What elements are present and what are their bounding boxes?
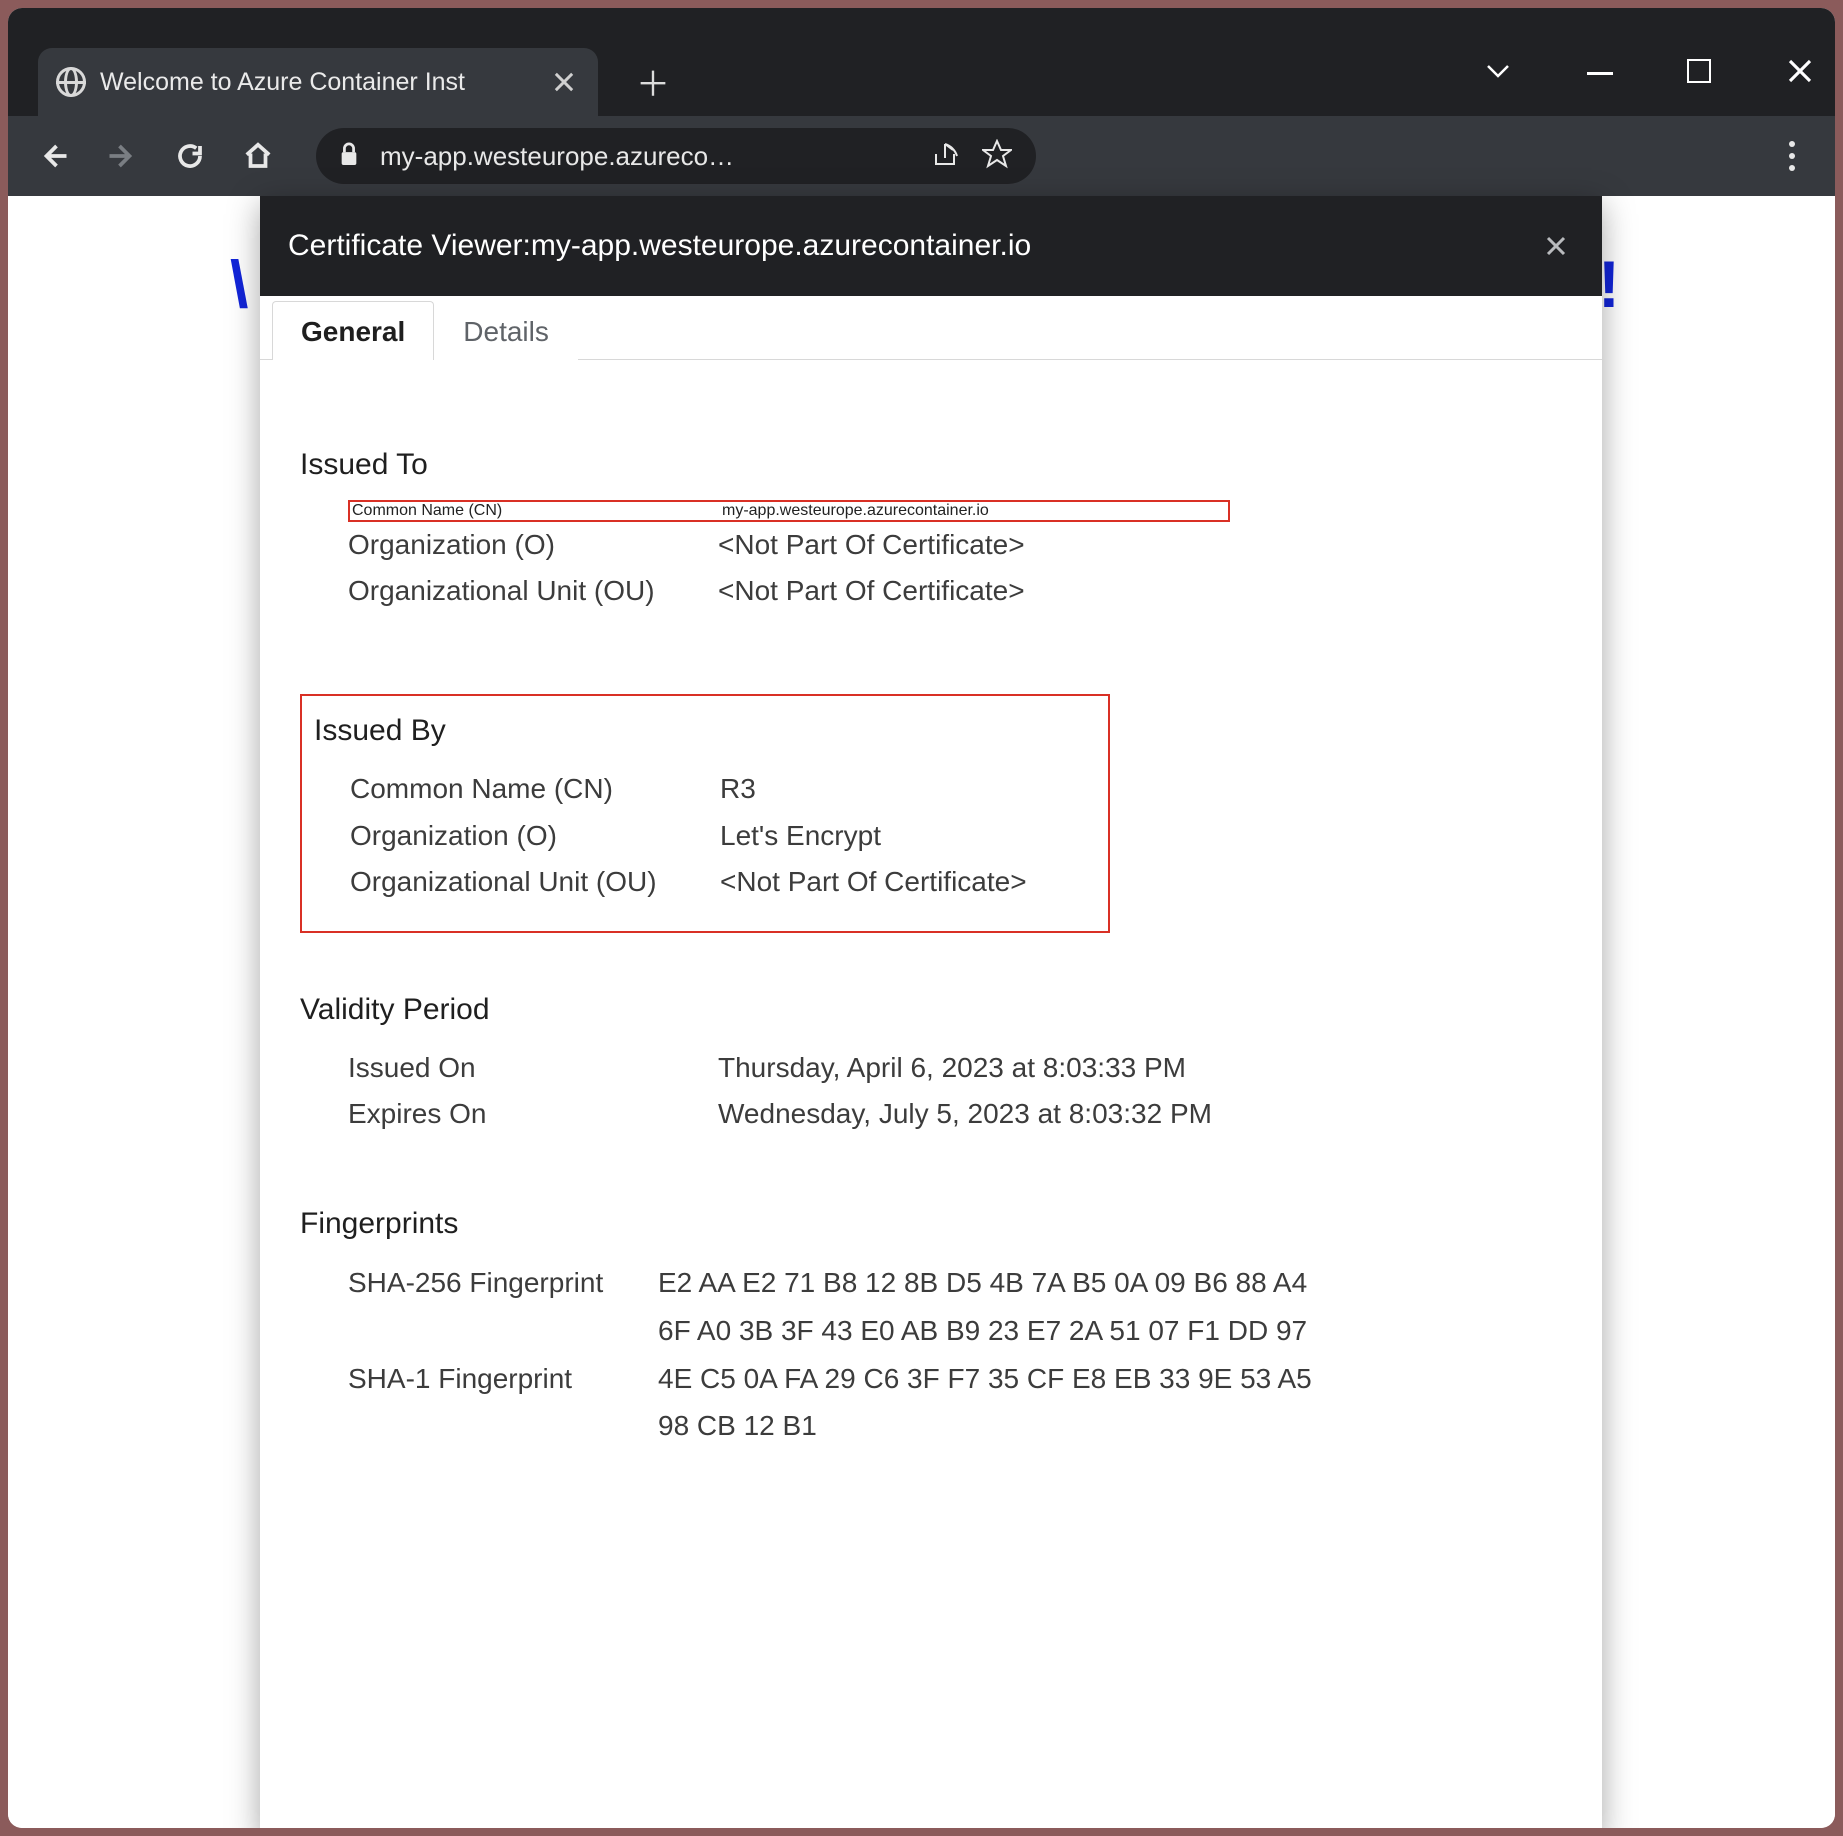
sha256-value-line1: E2 AA E2 71 B8 12 8B D5 4B 7A B5 0A 09 B… xyxy=(658,1259,1562,1307)
maximize-button[interactable] xyxy=(1687,59,1711,83)
issued-by-block: Common Name (CN) R3 Organization (O) Let… xyxy=(302,766,1088,905)
share-icon[interactable] xyxy=(932,140,962,173)
sha1-value-line1: 4E C5 0A FA 29 C6 3F F7 35 CF E8 EB 33 9… xyxy=(658,1355,1562,1403)
back-button[interactable] xyxy=(34,136,74,176)
issued-to-o-value: <Not Part Of Certificate> xyxy=(718,522,1562,568)
globe-icon xyxy=(56,67,86,97)
issued-by-cn-value: R3 xyxy=(720,766,1088,812)
home-button[interactable] xyxy=(238,136,278,176)
lock-icon[interactable] xyxy=(338,141,360,172)
section-validity-title: Validity Period xyxy=(300,993,1562,1027)
issued-on-value: Thursday, April 6, 2023 at 8:03:33 PM xyxy=(718,1045,1562,1091)
tab-details[interactable]: Details xyxy=(434,301,578,360)
validity-block: Issued On Thursday, April 6, 2023 at 8:0… xyxy=(300,1045,1562,1137)
section-issued-by-title: Issued By xyxy=(314,714,1088,748)
sha256-label: SHA-256 Fingerprint xyxy=(348,1259,658,1307)
url-text: my-app.westeurope.azureco… xyxy=(380,141,734,172)
tab-search-button[interactable] xyxy=(1483,56,1513,86)
dialog-header: Certificate Viewer: my-app.westeurope.az… xyxy=(260,196,1602,296)
certificate-viewer-dialog: Certificate Viewer: my-app.westeurope.az… xyxy=(260,196,1602,1828)
issued-by-ou-label: Organizational Unit (OU) xyxy=(350,859,720,905)
section-fingerprints-title: Fingerprints xyxy=(300,1207,1562,1241)
issued-to-ou-value: <Not Part Of Certificate> xyxy=(718,568,1562,614)
dialog-tabs: General Details xyxy=(260,296,1602,360)
page-content: \ ! Certificate Viewer: my-app.westeurop… xyxy=(8,196,1835,1828)
bookmark-icon[interactable] xyxy=(982,139,1012,174)
sha1-label: SHA-1 Fingerprint xyxy=(348,1355,658,1403)
browser-window: Welcome to Azure Container Inst ＋ xyxy=(8,8,1835,1828)
titlebar: Welcome to Azure Container Inst ＋ xyxy=(8,8,1835,116)
browser-tab[interactable]: Welcome to Azure Container Inst xyxy=(38,48,598,116)
window-close-button[interactable] xyxy=(1785,56,1815,86)
sha256-value-line2: 6F A0 3B 3F 43 E0 AB B9 23 E7 2A 51 07 F… xyxy=(658,1307,1562,1355)
issued-by-o-value: Let's Encrypt xyxy=(720,813,1088,859)
reload-button[interactable] xyxy=(170,136,210,176)
forward-button[interactable] xyxy=(102,136,142,176)
issued-to-cn-label: Common Name (CN) xyxy=(352,502,722,520)
issued-on-label: Issued On xyxy=(348,1045,718,1091)
dialog-close-button[interactable] xyxy=(1538,228,1574,264)
highlight-issued-by: Issued By Common Name (CN) R3 Organizati… xyxy=(300,694,1110,933)
toolbar: my-app.westeurope.azureco… xyxy=(8,116,1835,196)
highlight-issued-to-cn: Common Name (CN) my-app.westeurope.azure… xyxy=(348,500,1230,522)
window-controls xyxy=(1483,56,1815,86)
new-tab-button[interactable]: ＋ xyxy=(626,54,680,108)
tab-general[interactable]: General xyxy=(272,301,434,360)
issued-by-ou-value: <Not Part Of Certificate> xyxy=(720,859,1088,905)
issued-by-cn-label: Common Name (CN) xyxy=(350,766,720,812)
minimize-button[interactable] xyxy=(1587,72,1613,75)
tab-title: Welcome to Azure Container Inst xyxy=(100,68,465,97)
issued-to-block: Common Name (CN) my-app.westeurope.azure… xyxy=(300,500,1562,614)
dialog-title-prefix: Certificate Viewer: xyxy=(288,229,531,263)
expires-on-value: Wednesday, July 5, 2023 at 8:03:32 PM xyxy=(718,1091,1562,1137)
sha1-value-line2: 98 CB 12 B1 xyxy=(658,1402,1562,1450)
expires-on-label: Expires On xyxy=(348,1091,718,1137)
close-tab-button[interactable] xyxy=(550,68,578,96)
section-issued-to-title: Issued To xyxy=(300,448,1562,482)
address-bar[interactable]: my-app.westeurope.azureco… xyxy=(316,128,1036,184)
menu-button[interactable] xyxy=(1789,153,1795,159)
issued-to-ou-label: Organizational Unit (OU) xyxy=(348,568,718,614)
issued-to-o-label: Organization (O) xyxy=(348,522,718,568)
page-heading-fragment-left: \ xyxy=(230,246,248,322)
issued-by-o-label: Organization (O) xyxy=(350,813,720,859)
fingerprints-block: SHA-256 Fingerprint E2 AA E2 71 B8 12 8B… xyxy=(300,1259,1562,1449)
issued-to-cn-value: my-app.westeurope.azurecontainer.io xyxy=(722,502,1226,520)
dialog-body: Issued To Common Name (CN) my-app.westeu… xyxy=(260,360,1602,1490)
dialog-title-host: my-app.westeurope.azurecontainer.io xyxy=(531,229,1031,263)
